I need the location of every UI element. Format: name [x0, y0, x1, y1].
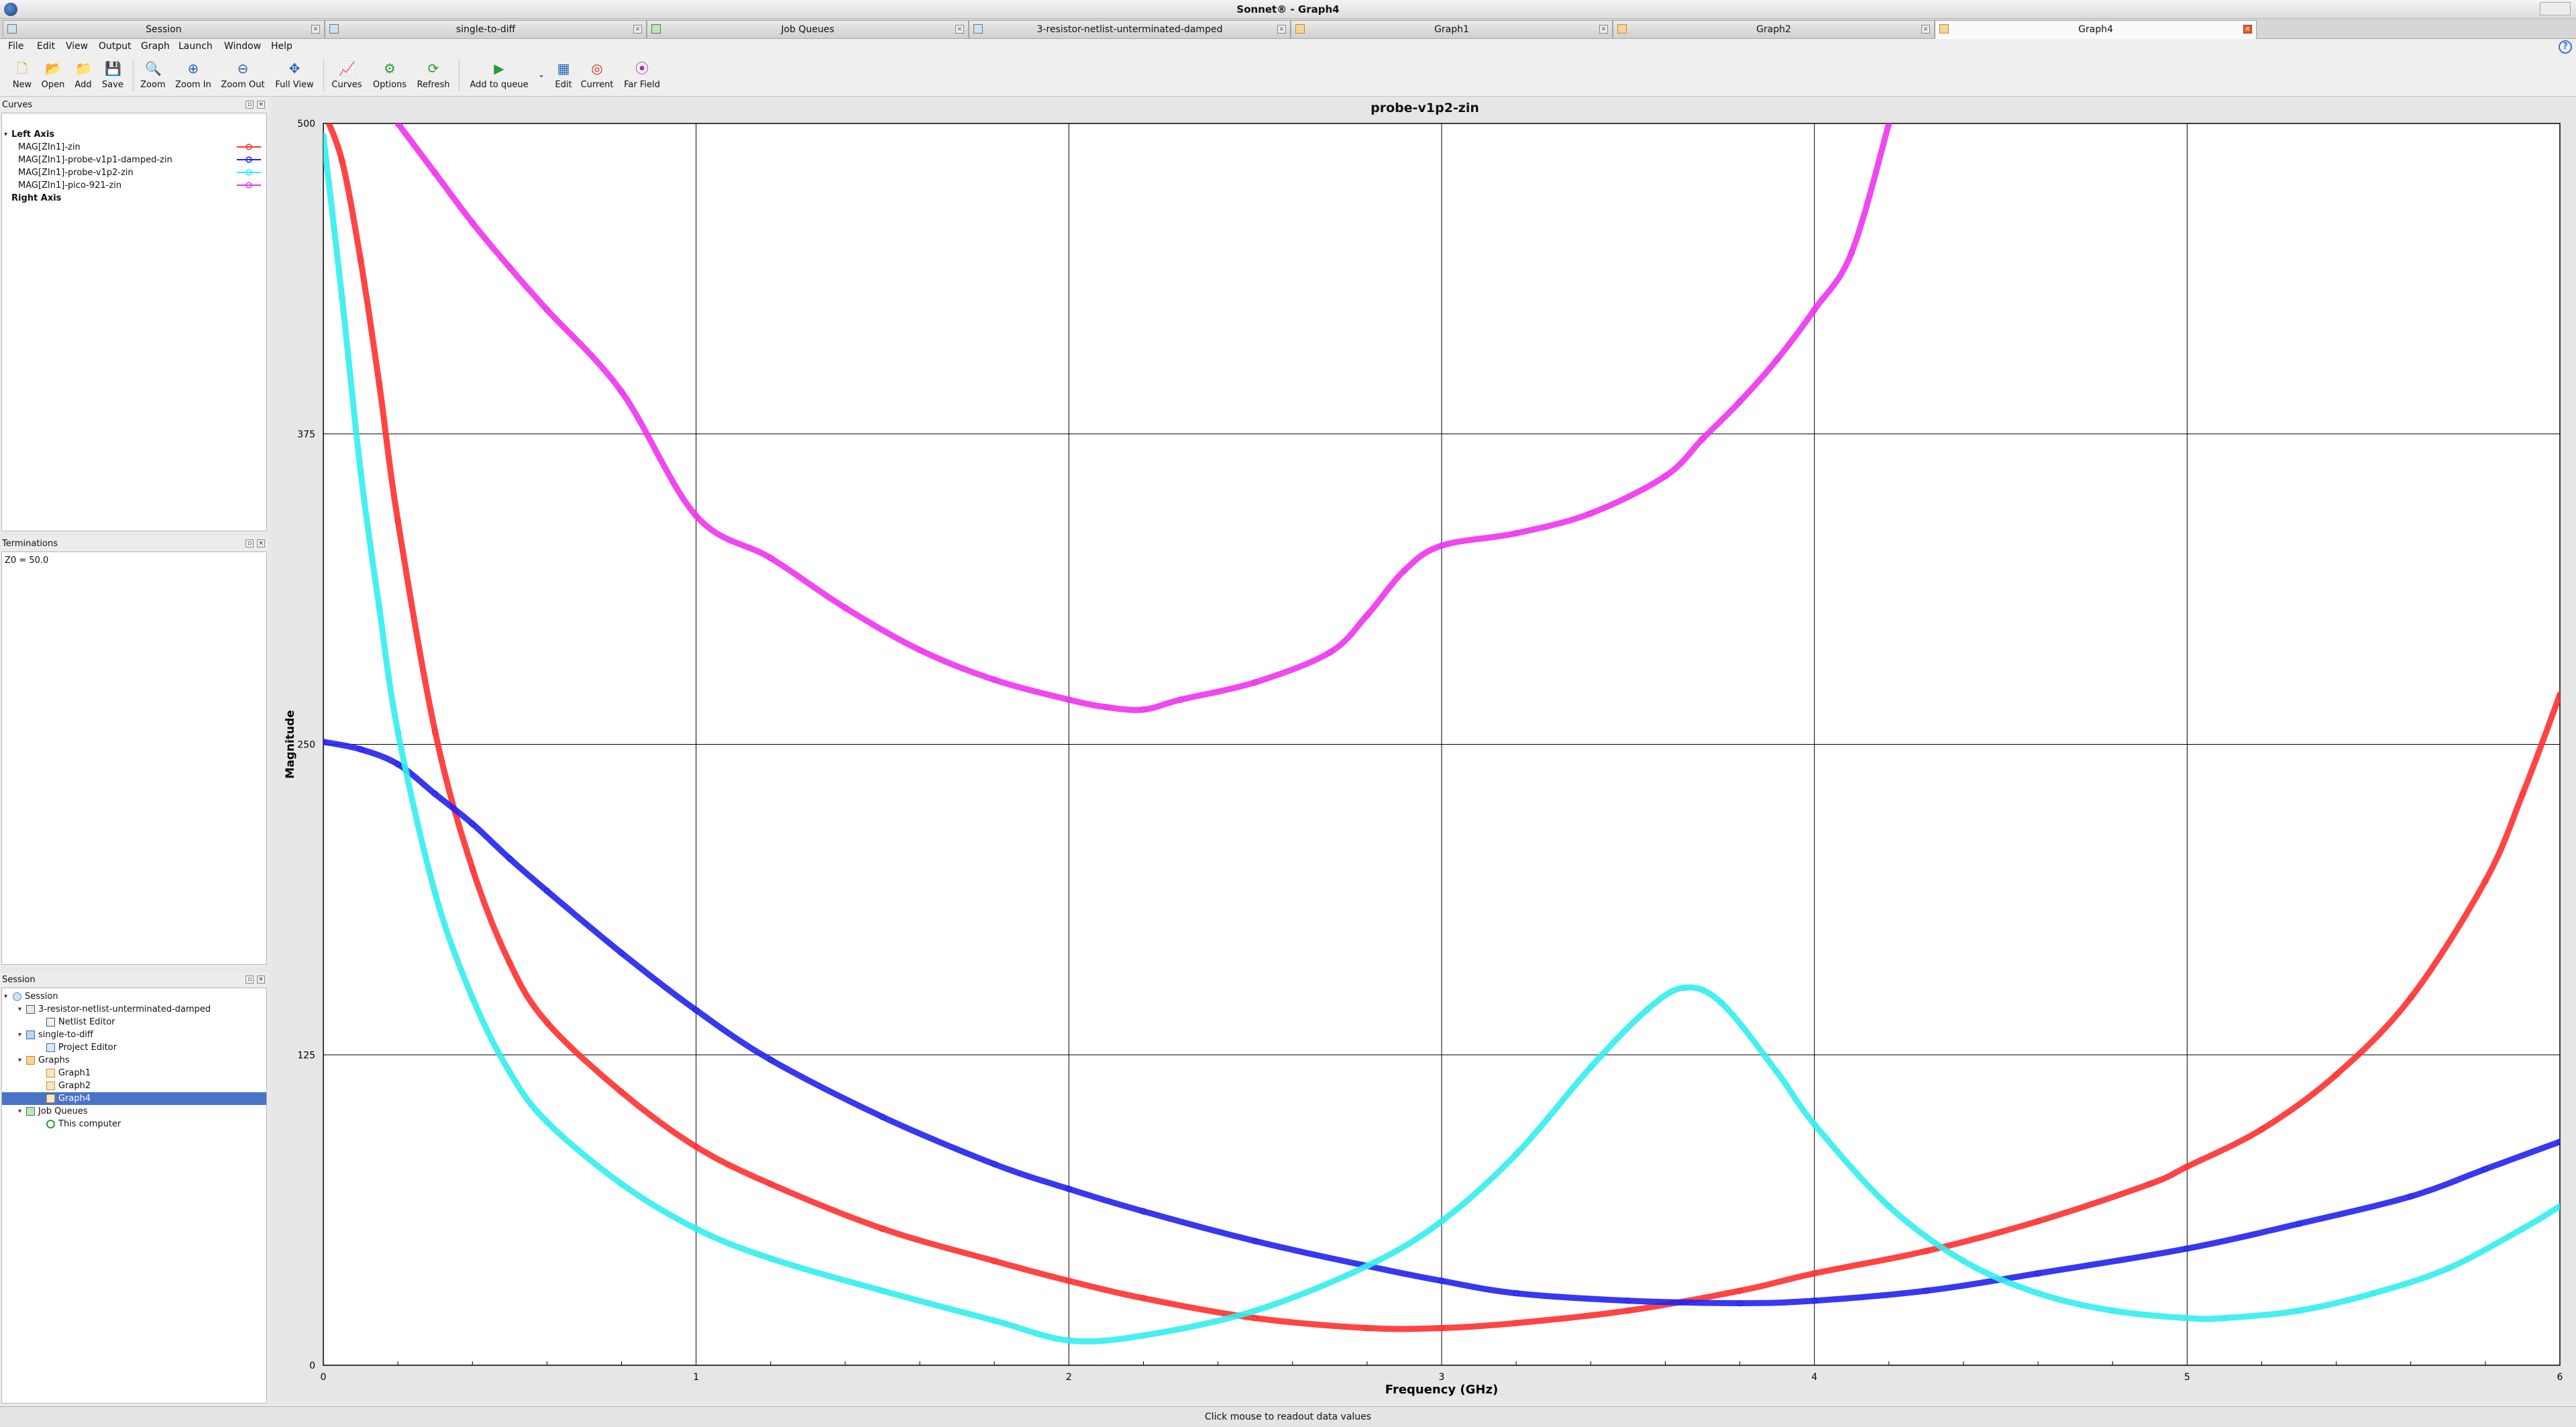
y-tick-label: 250	[297, 740, 315, 751]
chart-plot[interactable]: 0 1 2 3 4 5 6 0 125 250 375 500 Frequency (GHz) Mag…	[0, 0, 2576, 1427]
status-bar: Click mouse to readout data values	[0, 1406, 2576, 1427]
y-axis-label: Magnitude	[284, 710, 297, 778]
data-point[interactable]	[321, 108, 326, 113]
y-tick-label: 0	[309, 1361, 315, 1371]
y-tick-label: 375	[297, 429, 315, 440]
x-tick-label: 4	[1811, 1372, 1817, 1383]
x-tick-label: 2	[1066, 1372, 1072, 1383]
x-tick-label: 5	[2184, 1372, 2190, 1383]
y-tick-label: 500	[297, 119, 315, 129]
x-tick-label: 1	[693, 1372, 699, 1383]
x-axis-label: Frequency (GHz)	[1385, 1383, 1498, 1397]
sonnet-graph-window: Sonnet® - Graph4 Session × single-to-dif…	[0, 0, 2576, 1427]
x-tick-label: 3	[1439, 1372, 1445, 1383]
status-text: Click mouse to readout data values	[1204, 1412, 1372, 1422]
x-tick-label: 0	[321, 1372, 327, 1383]
y-tick-label: 125	[297, 1050, 315, 1061]
x-tick-label: 6	[2557, 1372, 2563, 1383]
